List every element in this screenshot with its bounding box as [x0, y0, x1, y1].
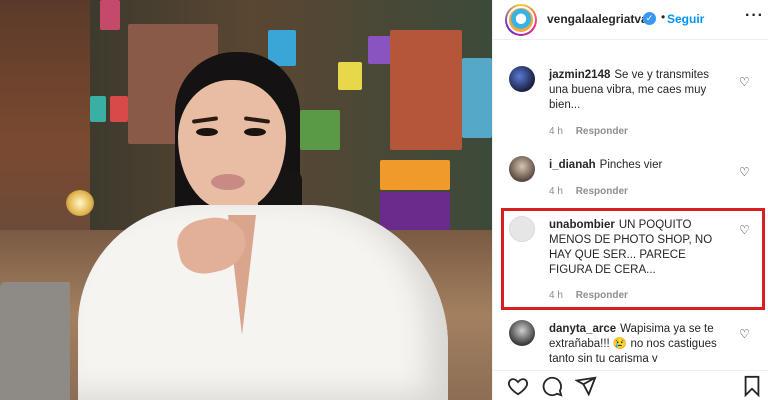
background-tile [390, 30, 462, 150]
background-tile [462, 58, 492, 138]
studio-lamp [66, 190, 94, 216]
comment-username[interactable]: i_dianah [549, 159, 596, 171]
heart-icon[interactable]: ♡ [739, 76, 751, 88]
separator-dot: • [661, 10, 666, 24]
face [178, 80, 286, 210]
like-heart-icon[interactable] [507, 375, 529, 397]
comment-avatar[interactable] [509, 156, 535, 182]
background-tile [300, 110, 340, 150]
comment-meta: 4 h Responder [549, 186, 638, 197]
background-tile [380, 160, 450, 190]
comment-username[interactable]: jazmin2148 [549, 69, 610, 81]
post-header: vengalaalegriatva ✓ • Seguir ··· [493, 0, 768, 40]
lips [211, 174, 245, 190]
more-options-icon[interactable]: ··· [745, 7, 764, 25]
comment-body: i_dianah Pinches vier [549, 158, 731, 173]
comment-username[interactable]: danyta_arce [549, 323, 616, 335]
post-action-bar [493, 370, 768, 400]
account-username[interactable]: vengalaalegriatva [547, 12, 648, 26]
post-photo [0, 0, 492, 400]
reply-button[interactable]: Responder [576, 126, 628, 137]
bookmark-icon[interactable] [741, 375, 763, 398]
comment-icon[interactable] [541, 375, 563, 397]
eye [196, 128, 218, 136]
share-icon[interactable] [574, 375, 597, 397]
comment-meta: 4 h Responder [549, 126, 638, 137]
comment-avatar[interactable] [509, 66, 535, 92]
heart-icon[interactable]: ♡ [739, 328, 751, 340]
comment-time: 4 h [549, 186, 563, 197]
comment-text: Pinches vier [599, 159, 663, 171]
heart-icon[interactable]: ♡ [739, 166, 751, 178]
background-tile [100, 0, 120, 30]
comment-avatar[interactable] [509, 320, 535, 346]
white-shirt [78, 205, 448, 400]
comment-body: danyta_arce Wapisima ya se te extrañaba!!… [549, 322, 731, 362]
account-avatar[interactable] [505, 4, 537, 36]
studio-sofa [0, 282, 70, 400]
account-logo-icon [507, 6, 535, 34]
reply-button[interactable]: Responder [576, 186, 628, 197]
comments-panel: vengalaalegriatva ✓ • Seguir ··· jazmin2… [492, 0, 768, 400]
follow-button[interactable]: Seguir [667, 12, 704, 26]
eye [244, 128, 266, 136]
background-tile [90, 96, 106, 122]
verified-icon: ✓ [643, 12, 656, 25]
background-tile [338, 62, 362, 90]
comment-time: 4 h [549, 126, 563, 137]
highlight-box [501, 208, 765, 310]
background-tile [110, 96, 128, 122]
comment-body: jazmin2148 Se ve y transmites una buena v… [549, 68, 731, 113]
